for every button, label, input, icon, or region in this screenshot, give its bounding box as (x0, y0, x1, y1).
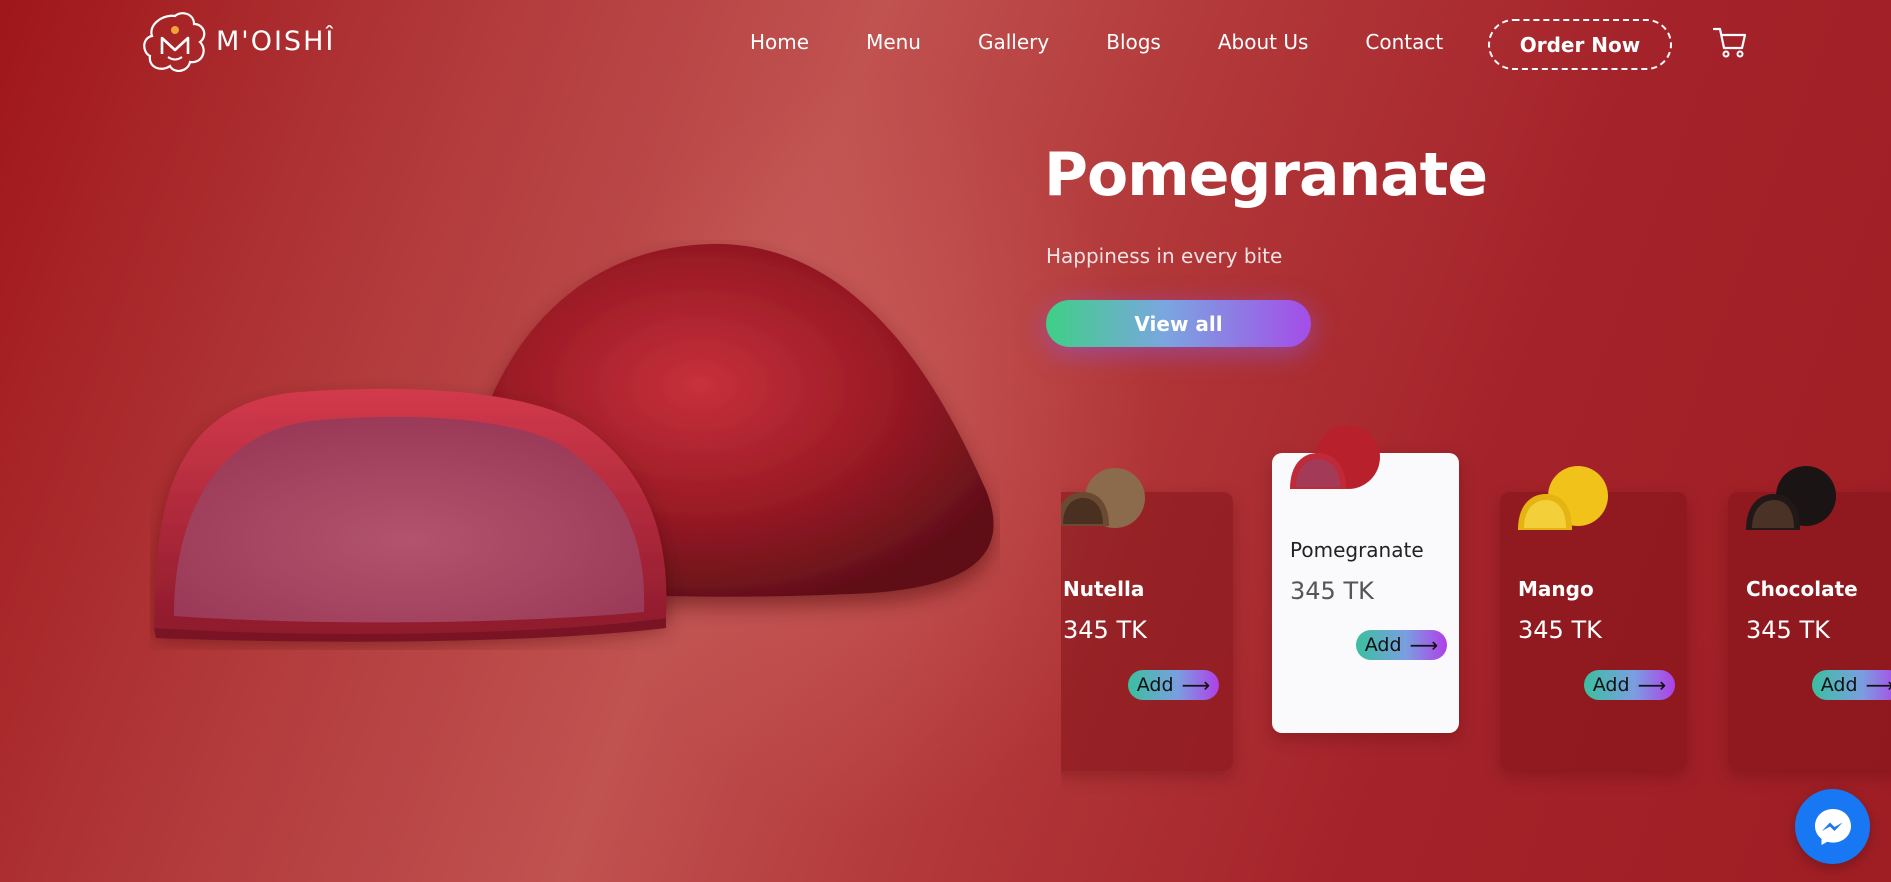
product-name: Mango (1518, 577, 1594, 601)
hero-mochi-image (154, 243, 994, 642)
product-card-mango[interactable]: Mango 345 TK Add ⟶ (1500, 466, 1687, 771)
add-to-cart-button[interactable]: Add ⟶ (1812, 670, 1891, 700)
brand-name: M'OISHÎ (216, 25, 336, 57)
nav-item-about-us[interactable]: About Us (1218, 30, 1309, 54)
cart-icon[interactable] (1712, 24, 1748, 60)
hero-subtitle: Happiness in every bite (1046, 244, 1283, 268)
product-card-pomegranate[interactable]: Pomegranate 345 TK Add ⟶ (1272, 425, 1459, 733)
add-button-label: Add (1136, 674, 1174, 696)
product-card-chocolate[interactable]: Chocolate 345 TK Add ⟶ (1728, 466, 1891, 771)
product-carousel: Nutella 345 TK Add ⟶ Pomegranate 345 TK … (1061, 400, 1891, 800)
pomegranate-mochi-image (1290, 425, 1380, 489)
order-now-button[interactable]: Order Now (1488, 19, 1672, 70)
product-name: Chocolate (1746, 577, 1858, 601)
add-to-cart-button[interactable]: Add ⟶ (1128, 670, 1219, 700)
add-to-cart-button[interactable]: Add ⟶ (1584, 670, 1675, 700)
view-all-button[interactable]: View all (1046, 300, 1311, 347)
chocolate-mochi-image (1746, 466, 1836, 530)
messenger-icon (1814, 808, 1851, 845)
add-button-label: Add (1592, 674, 1630, 696)
messenger-chat-button[interactable] (1795, 789, 1870, 864)
logo-icon (143, 12, 206, 72)
product-name: Nutella (1063, 577, 1145, 601)
nav-item-menu[interactable]: Menu (866, 30, 921, 54)
nav-item-contact[interactable]: Contact (1365, 30, 1443, 54)
top-navigation: M'OISHÎ Home Menu Gallery Blogs About Us… (0, 0, 1891, 90)
product-name: Pomegranate (1290, 538, 1424, 562)
product-card-nutella[interactable]: Nutella 345 TK Add ⟶ (1061, 468, 1233, 771)
product-price: 345 TK (1063, 616, 1147, 644)
arrow-right-icon: ⟶ (1637, 673, 1667, 697)
arrow-right-icon: ⟶ (1865, 673, 1891, 697)
hero-title: Pomegranate (1044, 140, 1488, 210)
arrow-right-icon: ⟶ (1409, 633, 1439, 657)
nav-item-gallery[interactable]: Gallery (978, 30, 1049, 54)
nav-item-home[interactable]: Home (750, 30, 809, 54)
product-price: 345 TK (1518, 616, 1602, 644)
add-button-label: Add (1364, 634, 1402, 656)
add-button-label: Add (1820, 674, 1858, 696)
mango-mochi-image (1518, 466, 1608, 530)
main-menu: Home Menu Gallery Blogs About Us Contact (750, 30, 1500, 54)
nav-item-blogs[interactable]: Blogs (1106, 30, 1161, 54)
nutella-mochi-image (1061, 468, 1145, 528)
arrow-right-icon: ⟶ (1181, 673, 1211, 697)
product-price: 345 TK (1746, 616, 1830, 644)
product-price: 345 TK (1290, 577, 1374, 605)
brand-logo[interactable]: M'OISHÎ (142, 10, 335, 72)
add-to-cart-button[interactable]: Add ⟶ (1356, 630, 1447, 660)
